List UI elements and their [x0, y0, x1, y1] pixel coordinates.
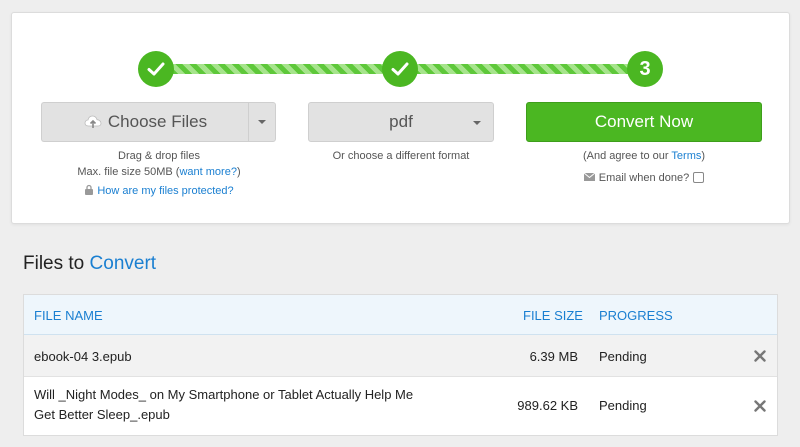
header-file-size: FILE SIZE	[523, 308, 583, 323]
conversion-panel: 3 Choose Files Drag & drop files Max. fi…	[11, 12, 790, 224]
file-size: 6.39 MB	[529, 349, 578, 364]
drag-drop-hint: Drag & drop files	[118, 150, 200, 162]
table-header: FILE NAME FILE SIZE PROGRESS	[24, 295, 777, 335]
file-name: ebook-04 3.epub	[34, 349, 132, 364]
format-hint: Or choose a different format	[332, 150, 470, 162]
max-size-hint: Max. file size 50MB (want more?)	[77, 166, 241, 178]
table-row: Will _Night Modes_ on My Smartphone or T…	[24, 377, 777, 435]
terms-hint: (And agree to our Terms)	[582, 150, 706, 162]
file-size: 989.62 KB	[517, 398, 578, 413]
want-more-link[interactable]: want more?	[179, 166, 236, 178]
terms-link[interactable]: Terms	[671, 150, 701, 162]
step-3-current: 3	[627, 51, 663, 87]
table-row: ebook-04 3.epub 6.39 MB Pending	[24, 335, 777, 377]
email-when-done-checkbox[interactable]	[693, 172, 705, 183]
format-select[interactable]: pdf	[308, 102, 494, 142]
checkmark-icon	[147, 62, 165, 76]
header-file-name: FILE NAME	[34, 308, 103, 323]
lock-icon	[85, 184, 94, 195]
remove-file-icon[interactable]	[753, 399, 767, 413]
step-3-number: 3	[639, 57, 651, 80]
choose-files-dropdown[interactable]	[248, 102, 276, 142]
chevron-down-icon	[258, 120, 266, 124]
envelope-icon	[583, 173, 595, 181]
file-progress: Pending	[599, 398, 647, 413]
step-2-complete	[382, 51, 418, 87]
file-progress: Pending	[599, 349, 647, 364]
step-1-complete	[138, 51, 174, 87]
files-protected-link[interactable]: How are my files protected?	[97, 185, 233, 197]
remove-file-icon[interactable]	[753, 349, 767, 363]
choose-files-label: Choose Files	[107, 112, 208, 131]
format-selected-value: pdf	[389, 112, 413, 131]
files-to-convert-heading: Files to Convert	[23, 253, 157, 274]
convert-now-button[interactable]: Convert Now	[526, 102, 762, 142]
chevron-down-icon	[473, 121, 481, 125]
header-progress: PROGRESS	[599, 308, 673, 323]
cloud-upload-icon	[84, 115, 102, 128]
convert-now-label: Convert Now	[594, 112, 694, 131]
email-when-done: Email when done?	[526, 172, 762, 184]
file-name-line-1: Will _Night Modes_ on My Smartphone or T…	[34, 387, 414, 402]
files-table: FILE NAME FILE SIZE PROGRESS ebook-04 3.…	[23, 294, 778, 436]
protected-hint: How are my files protected?	[41, 184, 277, 197]
progress-track-1	[157, 64, 402, 74]
file-name-line-2: Get Better Sleep_.epub	[34, 407, 170, 422]
checkmark-icon	[391, 62, 409, 76]
choose-files-button[interactable]: Choose Files	[41, 102, 249, 142]
progress-track-2	[400, 64, 650, 74]
